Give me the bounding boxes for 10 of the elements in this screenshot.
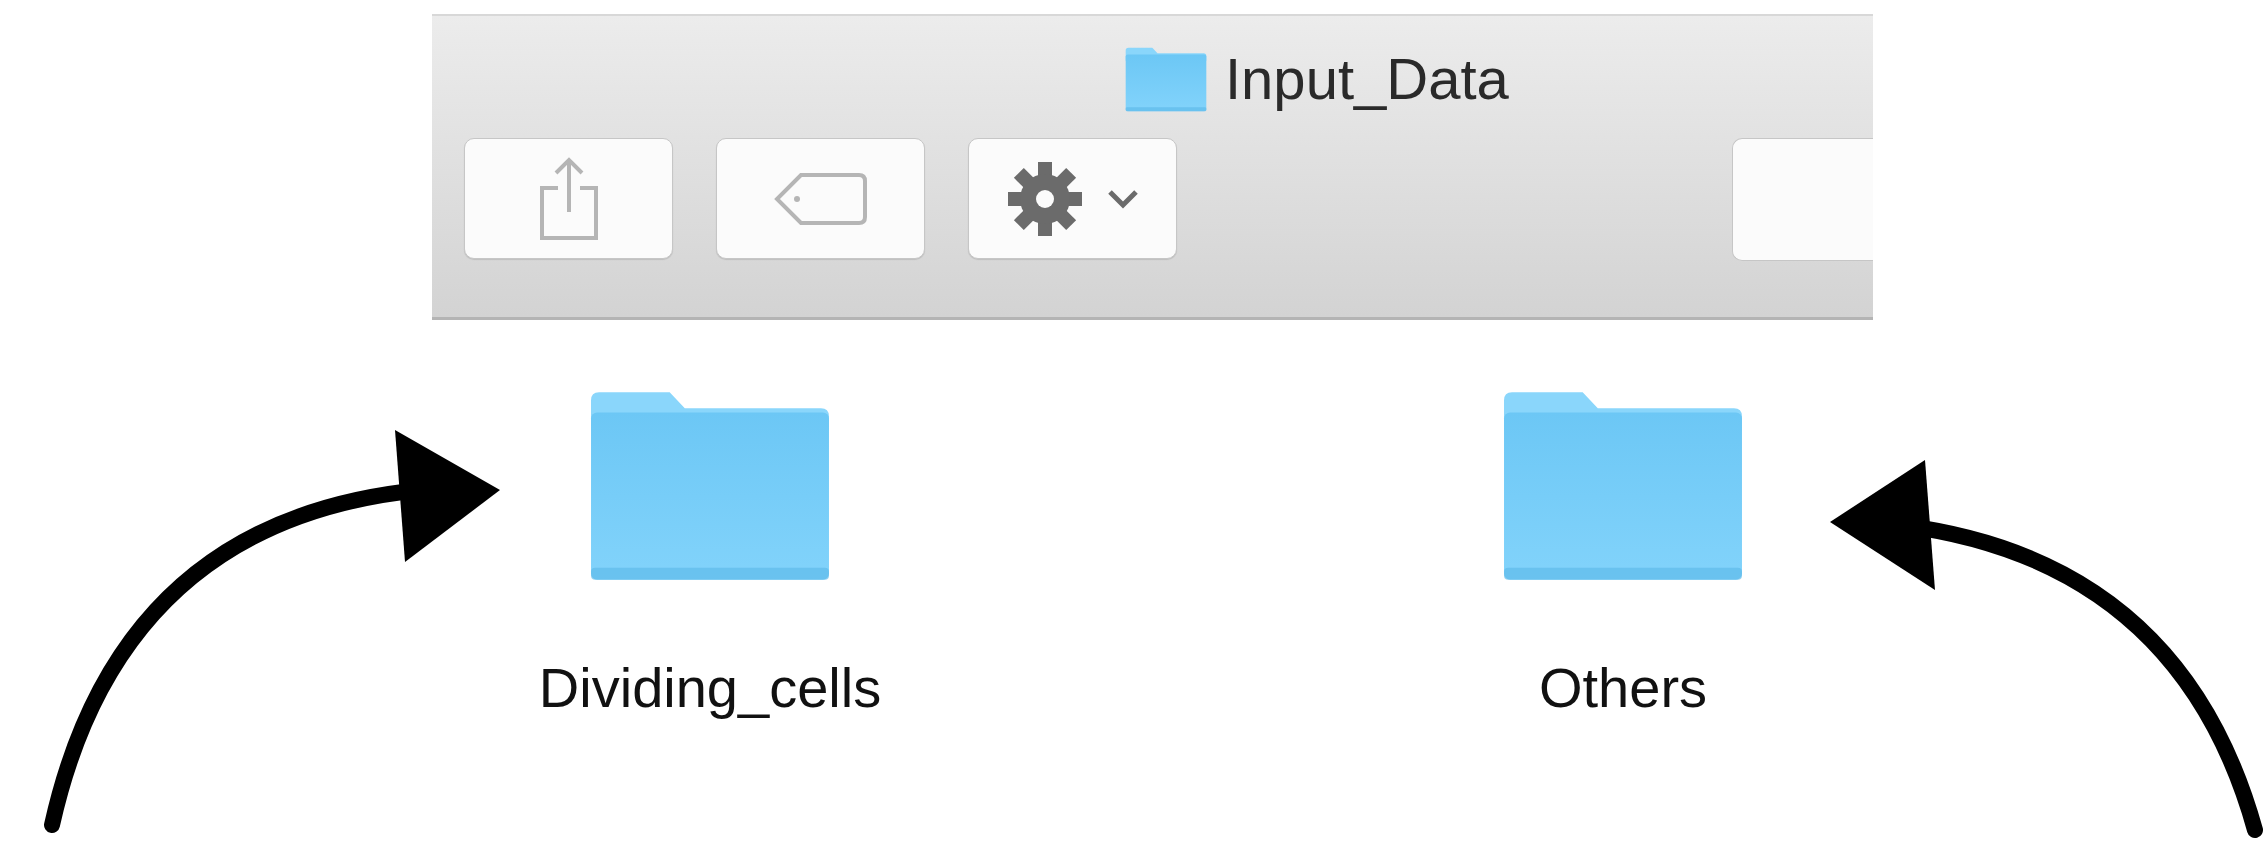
search-field[interactable] — [1732, 138, 1873, 261]
title-folder-icon — [1125, 46, 1207, 112]
gear-icon — [1006, 160, 1083, 237]
folder-icon[interactable] — [589, 390, 831, 582]
tag-icon — [772, 170, 869, 227]
action-button[interactable] — [968, 138, 1177, 259]
folder-icon[interactable] — [1502, 390, 1744, 582]
chevron-down-icon — [1106, 188, 1139, 209]
folder-name: Others — [1538, 660, 1708, 716]
share-icon — [537, 155, 600, 242]
